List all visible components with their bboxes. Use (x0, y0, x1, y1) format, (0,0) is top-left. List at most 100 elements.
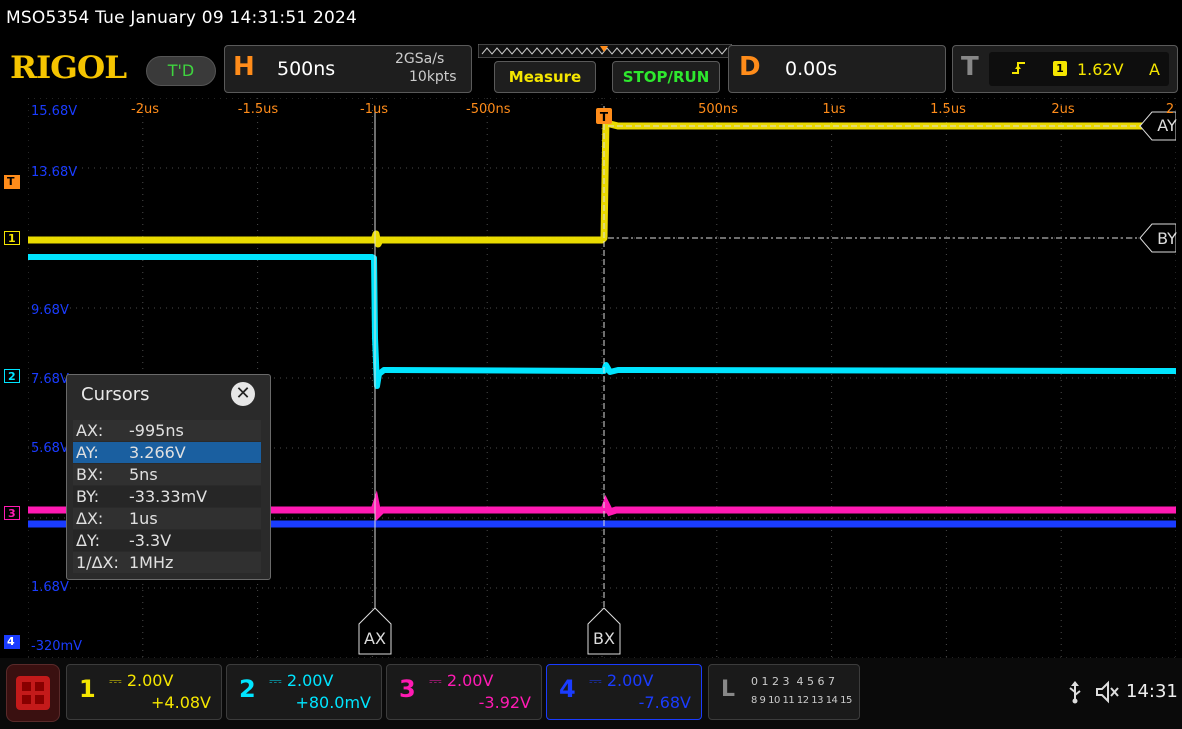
ch4-number: 4 (559, 675, 576, 703)
ch1-scale: ⎓ 2.00V (109, 671, 174, 690)
ch3-offset-marker[interactable]: 3 (4, 506, 20, 520)
cursor-readout-value: 1MHz (129, 553, 174, 572)
ch4-offset-marker[interactable]: 4 (4, 635, 20, 649)
title-bar: MSO5354 Tue January 09 14:31:51 2024 (0, 0, 1182, 40)
measure-button[interactable]: Measure (494, 61, 596, 93)
cursor-readout-key: ΔY: (76, 531, 100, 550)
logic-channels-row1: 0 1 2 3 4 5 6 7 (751, 675, 835, 688)
ch2-offset: +80.0mV (295, 693, 371, 712)
svg-text:T: T (600, 110, 609, 124)
trigger-time-marker[interactable]: T (596, 108, 612, 124)
cursor-readout-row[interactable]: BX: 5ns (73, 464, 261, 485)
cursor-readout-value: 5ns (129, 465, 158, 484)
usb-icon (1069, 681, 1081, 704)
cursor-ay-tag[interactable]: AY (1150, 116, 1182, 140)
ch3-scale: ⎓ 2.00V (429, 671, 494, 690)
stop-run-button[interactable]: STOP/RUN (612, 61, 720, 93)
cursor-readout-row[interactable]: BY: -33.33mV (73, 486, 261, 507)
cursor-readout-row[interactable]: 1/ΔX: 1MHz (73, 552, 261, 573)
cursor-readout-key: 1/ΔX: (76, 553, 119, 572)
time-axis-label: 2 (1165, 102, 1175, 117)
horizontal-letter: H (233, 52, 255, 82)
grid-menu-icon (16, 676, 50, 710)
logic-letter: L (721, 677, 736, 702)
time-axis-label: -500ns (466, 102, 511, 117)
time-axis-label: 1.5us (930, 102, 966, 117)
mode-button[interactable]: T'D (146, 56, 216, 86)
cursor-ax-tag[interactable]: AX (358, 629, 392, 653)
trigger-letter: T (961, 52, 979, 82)
ch2-scale: ⎓ 2.00V (269, 671, 334, 690)
ch1-offset: +4.08V (151, 693, 211, 712)
title-text: MSO5354 Tue January 09 14:31:51 2024 (6, 8, 358, 28)
ch2-scale-value: 2.00V (286, 671, 334, 690)
cursor-readout-value: 3.266V (129, 443, 186, 462)
trigger-source: 1 (1053, 61, 1067, 76)
time-axis-label: -1us (360, 102, 388, 117)
trigger-level: 1.62V (1077, 60, 1124, 79)
delay-panel[interactable]: D 0.00s (728, 45, 946, 93)
cursor-bx-tag[interactable]: BX (587, 629, 621, 653)
cursor-by-tag[interactable]: BY (1150, 229, 1182, 253)
ch2-settings[interactable]: 2 ⎓ 2.00V +80.0mV (226, 664, 382, 720)
ch4-scale-value: 2.00V (606, 671, 654, 690)
rising-edge-icon (1012, 62, 1025, 74)
ch2-offset-marker[interactable]: 2 (4, 369, 20, 383)
ch4-settings[interactable]: 4 ⎓ 2.00V -7.68V (546, 664, 702, 720)
ch1-settings[interactable]: 1 ⎓ 2.00V +4.08V (66, 664, 222, 720)
time-axis-label: -1.5us (237, 102, 279, 117)
ch3-number: 3 (399, 675, 416, 703)
cursor-readout-row[interactable]: ΔX: 1us (73, 508, 261, 529)
trigger-info: 1 1.62V A (989, 52, 1169, 86)
cursor-readout-value: -995ns (129, 421, 184, 440)
voltage-axis-label: 7.68V (31, 372, 69, 387)
trigger-panel[interactable]: T 1 1.62V A (952, 45, 1178, 93)
cursor-readout-row[interactable]: ΔY: -3.3V (73, 530, 261, 551)
trigger-mode: A (1149, 60, 1160, 79)
speaker-muted-icon[interactable] (1094, 680, 1120, 704)
rigol-logo: RIGOL (10, 50, 127, 86)
cursor-readout-value: -33.33mV (129, 487, 208, 506)
time-axis-label: 1us (822, 102, 846, 117)
ch2-number: 2 (239, 675, 256, 703)
voltage-axis-label: 15.68V (31, 104, 78, 119)
cursor-readout-row[interactable]: AX: -995ns (73, 420, 261, 441)
cursor-readout-value: 1us (129, 509, 158, 528)
time-axis-label: -2us (131, 102, 159, 117)
sample-rate: 2GSa/s (395, 51, 445, 67)
voltage-axis-label: 13.68V (31, 165, 78, 180)
voltage-axis-label: 5.68V (31, 441, 69, 456)
menu-button[interactable] (6, 664, 60, 722)
ch3-scale-value: 2.00V (446, 671, 494, 690)
cursor-readout-key: ΔX: (76, 509, 104, 528)
memory-depth: 10kpts (409, 69, 457, 85)
logic-channels-row2: 8 9 10 11 12 13 14 15 (751, 695, 852, 706)
cursor-readout-value: -3.3V (129, 531, 172, 550)
voltage-axis-label: 9.68V (31, 303, 69, 318)
ch1-offset-marker[interactable]: 1 (4, 231, 20, 245)
voltage-axis-label: 1.68V (31, 580, 69, 595)
cursor-readout-key: BY: (76, 487, 100, 506)
time-axis-label: 2us (1051, 102, 1075, 117)
ch4-scale: ⎓ 2.00V (589, 671, 654, 690)
close-icon[interactable]: ✕ (231, 382, 255, 406)
timebase-value: 500ns (277, 58, 336, 80)
ch3-offset: -3.92V (478, 693, 531, 712)
voltage-axis-label: -320mV (31, 639, 83, 654)
trigger-level-marker[interactable]: T (4, 175, 20, 189)
logic-analyzer-settings[interactable]: L 0 1 2 3 4 5 6 7 8 9 10 11 12 13 14 15 (708, 664, 860, 720)
clock: 14:31 (1126, 681, 1178, 702)
horizontal-panel[interactable]: H 500ns 2GSa/s 10kpts (224, 45, 472, 93)
delay-value: 0.00s (785, 58, 838, 80)
time-axis-label: 500ns (698, 102, 738, 117)
cursor-readout-row[interactable]: AY: 3.266V (73, 442, 261, 463)
delay-letter: D (739, 52, 761, 82)
cursors-panel-title: Cursors (81, 384, 150, 405)
ch1-scale-value: 2.00V (126, 671, 174, 690)
cursor-readout-key: AY: (76, 443, 99, 462)
memory-overview-strip[interactable] (478, 44, 732, 58)
ch3-settings[interactable]: 3 ⎓ 2.00V -3.92V (386, 664, 542, 720)
cursors-panel[interactable]: Cursors ✕ AX: -995ns AY: 3.266V BX: 5ns BY: -33… (66, 374, 271, 580)
cursor-readout-key: BX: (76, 465, 104, 484)
ch4-offset: -7.68V (638, 693, 691, 712)
